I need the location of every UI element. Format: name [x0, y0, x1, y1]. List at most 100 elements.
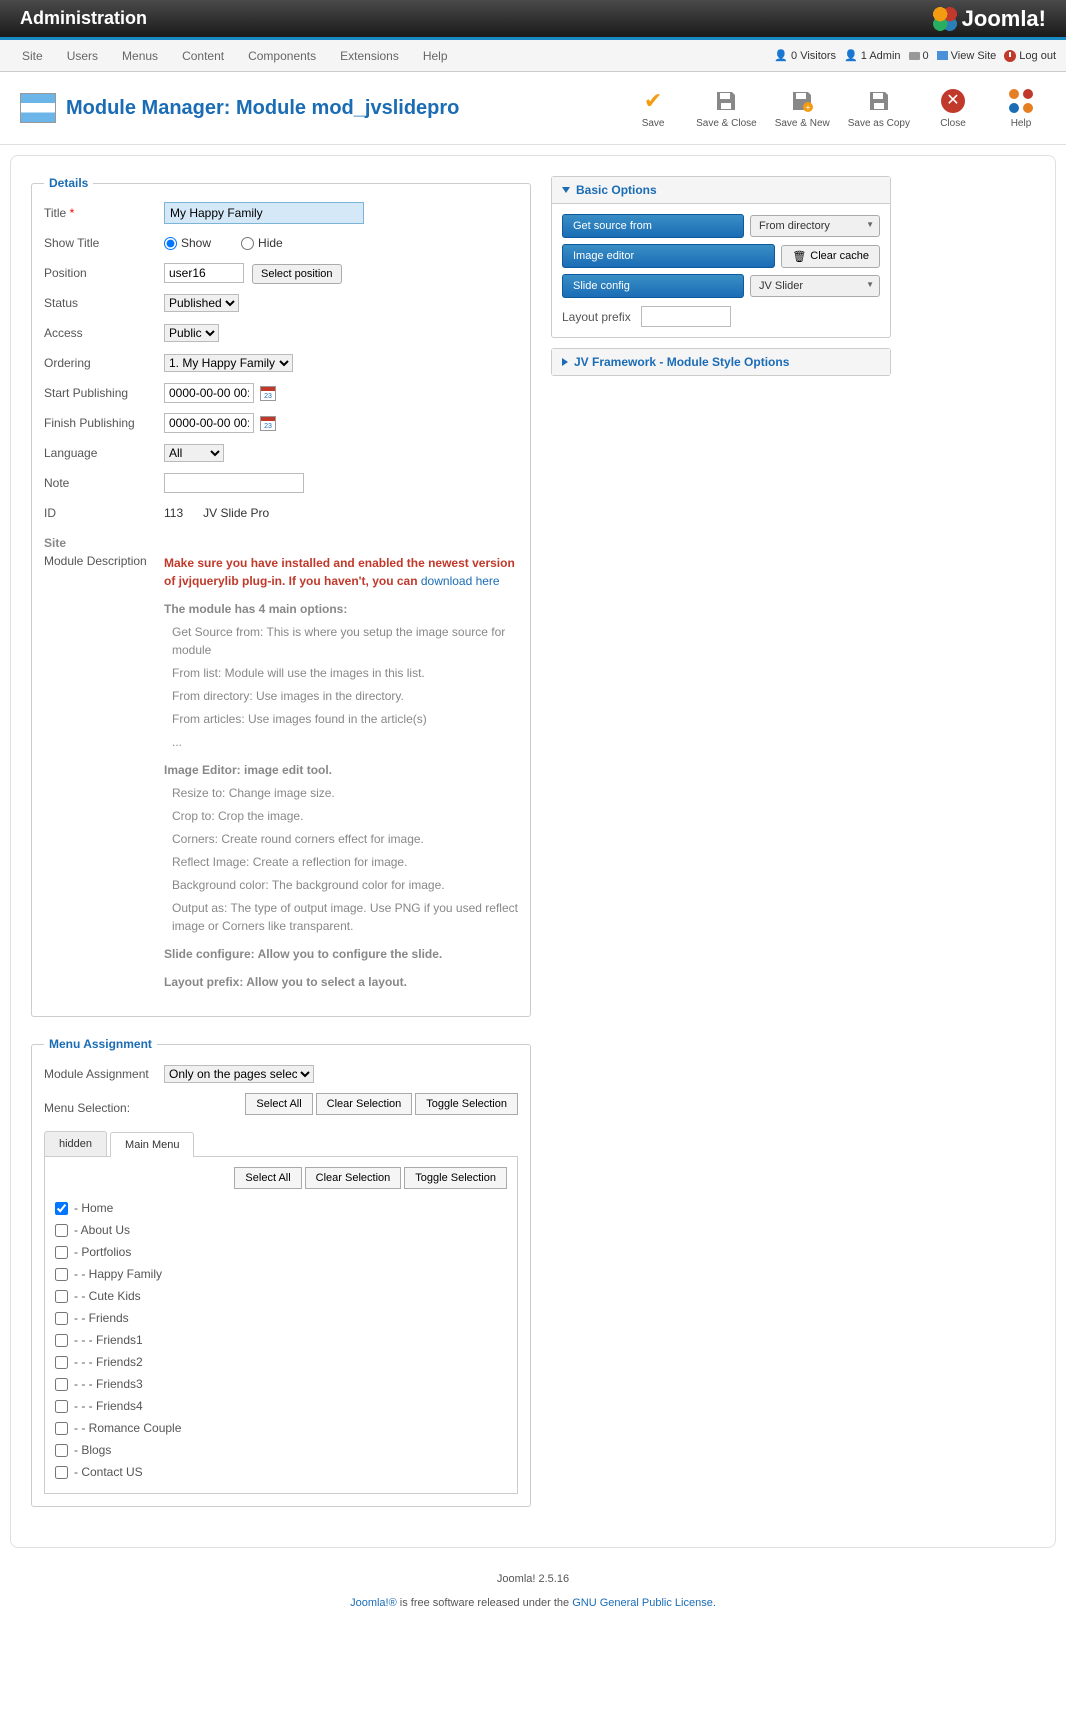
- radio-hide[interactable]: Hide: [241, 236, 283, 250]
- menu-item-label: - Contact US: [74, 1465, 143, 1479]
- footer-license: Joomla!® is free software released under…: [15, 1597, 1051, 1609]
- row-finishpub: Finish Publishing: [44, 412, 518, 434]
- svg-text:+: +: [806, 103, 811, 112]
- user-icon: 👤: [774, 49, 788, 62]
- details-legend: Details: [44, 176, 93, 190]
- select-all-button-2[interactable]: Select All: [234, 1167, 301, 1189]
- select-all-button[interactable]: Select All: [245, 1093, 312, 1115]
- list-item: - - Romance Couple: [55, 1417, 507, 1439]
- save-copy-icon: [865, 87, 893, 115]
- tab-mainmenu[interactable]: Main Menu: [110, 1132, 194, 1157]
- menu-item-label: - - Happy Family: [74, 1267, 162, 1281]
- help-button[interactable]: Help: [996, 87, 1046, 129]
- check-icon: ✔: [639, 87, 667, 115]
- clear-selection-button-2[interactable]: Clear Selection: [305, 1167, 402, 1189]
- toolbar: Module Manager: Module mod_jvslidepro ✔ …: [0, 72, 1066, 145]
- joomla-logo: Joomla!: [933, 6, 1046, 32]
- label-ordering: Ordering: [44, 356, 164, 370]
- menubar-left: Site Users Menus Content Components Exte…: [10, 41, 460, 71]
- menu-item-checkbox[interactable]: [55, 1400, 68, 1413]
- note-input[interactable]: [164, 473, 304, 493]
- source-select[interactable]: From directory: [750, 215, 880, 237]
- menu-item-checkbox[interactable]: [55, 1312, 68, 1325]
- radio-show[interactable]: Show: [164, 236, 211, 250]
- menu-site[interactable]: Site: [10, 41, 55, 71]
- list-item: - Portfolios: [55, 1241, 507, 1263]
- menu-item-checkbox[interactable]: [55, 1224, 68, 1237]
- menuassign-fieldset: Menu Assignment Module Assignment Only o…: [31, 1037, 531, 1507]
- menu-item-checkbox[interactable]: [55, 1268, 68, 1281]
- menu-item-checkbox[interactable]: [55, 1444, 68, 1457]
- row-status: Status Published: [44, 292, 518, 314]
- status-viewsite[interactable]: View Site: [937, 50, 997, 62]
- ma-tabs: hidden Main Menu: [44, 1131, 518, 1157]
- status-logout[interactable]: Log out: [1004, 50, 1056, 62]
- tab-hidden[interactable]: hidden: [44, 1131, 107, 1156]
- row-language: Language All: [44, 442, 518, 464]
- position-input[interactable]: [164, 263, 244, 283]
- calendar-icon[interactable]: [260, 386, 276, 401]
- finishpub-input[interactable]: [164, 413, 254, 433]
- clear-cache-button[interactable]: 🗑Clear cache: [781, 245, 880, 268]
- toggle-selection-button[interactable]: Toggle Selection: [415, 1093, 518, 1115]
- label-selection: Menu Selection:: [44, 1101, 164, 1115]
- language-select[interactable]: All: [164, 444, 224, 462]
- assign-select[interactable]: Only on the pages selected: [164, 1065, 314, 1083]
- toolbar-buttons: ✔ Save Save & Close + Save & New Save as…: [628, 87, 1046, 129]
- menu-item-label: - - Cute Kids: [74, 1289, 141, 1303]
- layout-input[interactable]: [641, 306, 731, 327]
- label-access: Access: [44, 326, 164, 340]
- calendar-icon[interactable]: [260, 416, 276, 431]
- site-text: Site: [44, 532, 518, 554]
- menu-item-checkbox[interactable]: [55, 1422, 68, 1435]
- label-note: Note: [44, 476, 164, 490]
- footer-version: Joomla! 2.5.16: [15, 1573, 1051, 1585]
- close-button[interactable]: ✕ Close: [928, 87, 978, 129]
- gpl-link[interactable]: GNU General Public License.: [572, 1597, 716, 1609]
- menu-item-checkbox[interactable]: [55, 1290, 68, 1303]
- label-assign: Module Assignment: [44, 1067, 164, 1081]
- row-ordering: Ordering 1. My Happy Family: [44, 352, 518, 374]
- save-new-button[interactable]: + Save & New: [775, 87, 830, 129]
- menu-users[interactable]: Users: [55, 41, 110, 71]
- menu-components[interactable]: Components: [236, 41, 328, 71]
- status-messages[interactable]: 0: [909, 50, 929, 62]
- startpub-input[interactable]: [164, 383, 254, 403]
- menu-item-checkbox[interactable]: [55, 1246, 68, 1259]
- menu-menus[interactable]: Menus: [110, 41, 170, 71]
- content: Details Title * Show Title Show Hide Pos…: [10, 155, 1056, 1548]
- menu-item-checkbox[interactable]: [55, 1202, 68, 1215]
- jvframework-panel-header[interactable]: JV Framework - Module Style Options: [552, 349, 890, 375]
- save-close-button[interactable]: Save & Close: [696, 87, 757, 129]
- access-select[interactable]: Public: [164, 324, 219, 342]
- col-right: Basic Options Get source from From direc…: [551, 176, 891, 1527]
- joomla-link[interactable]: Joomla!®: [350, 1597, 400, 1609]
- menu-item-checkbox[interactable]: [55, 1334, 68, 1347]
- save-copy-button[interactable]: Save as Copy: [848, 87, 910, 129]
- select-position-button[interactable]: Select position: [252, 264, 342, 284]
- menu-content[interactable]: Content: [170, 41, 236, 71]
- slide-select[interactable]: JV Slider: [750, 275, 880, 297]
- save-button[interactable]: ✔ Save: [628, 87, 678, 129]
- download-link[interactable]: download here: [421, 574, 500, 588]
- status-admin: 👤1 Admin: [844, 49, 900, 62]
- title-input[interactable]: [164, 202, 364, 224]
- joomla-icon: [933, 7, 957, 31]
- menu-item-checkbox[interactable]: [55, 1466, 68, 1479]
- jvframework-panel: JV Framework - Module Style Options: [551, 348, 891, 376]
- menu-item-checkbox[interactable]: [55, 1356, 68, 1369]
- header-title: Administration: [20, 8, 147, 29]
- toggle-selection-button-2[interactable]: Toggle Selection: [404, 1167, 507, 1189]
- status-select[interactable]: Published: [164, 294, 239, 312]
- basic-panel-header[interactable]: Basic Options: [552, 177, 890, 204]
- clear-selection-button[interactable]: Clear Selection: [316, 1093, 413, 1115]
- mail-icon: [909, 52, 920, 60]
- ordering-select[interactable]: 1. My Happy Family: [164, 354, 293, 372]
- label-status: Status: [44, 296, 164, 310]
- footer: Joomla! 2.5.16 Joomla!® is free software…: [0, 1558, 1066, 1624]
- menu-item-checkbox[interactable]: [55, 1378, 68, 1391]
- menu-help[interactable]: Help: [411, 41, 460, 71]
- menu-extensions[interactable]: Extensions: [328, 41, 411, 71]
- module-icon: [20, 93, 56, 123]
- list-item: - - - Friends2: [55, 1351, 507, 1373]
